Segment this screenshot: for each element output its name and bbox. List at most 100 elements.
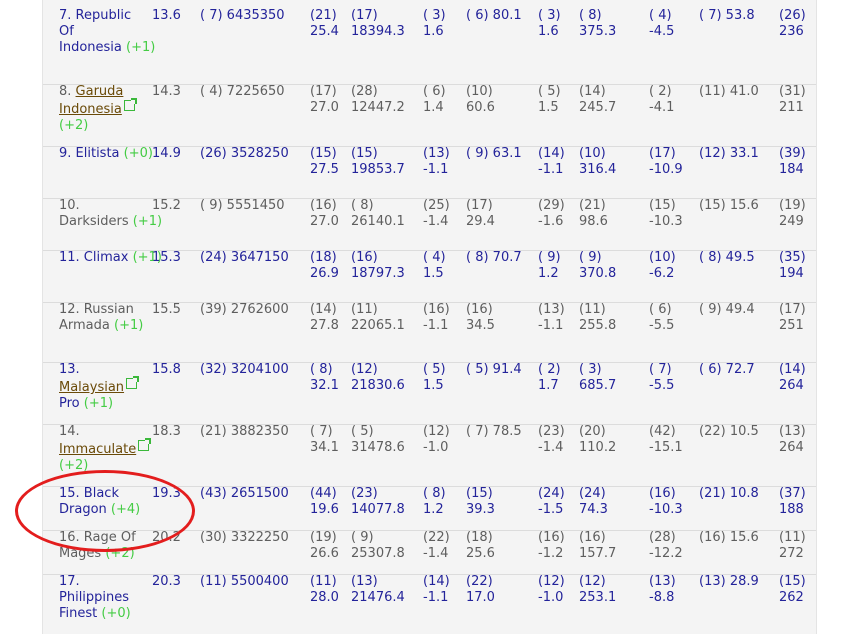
stat-cell: 13.6 [152, 8, 181, 24]
stat-cell: (17) 251 [779, 302, 806, 334]
stat-value: (16) [351, 250, 378, 265]
external-link-icon[interactable] [123, 98, 137, 111]
stat-value: -1.1 [423, 590, 449, 605]
stat-value: 13.6 [152, 8, 181, 23]
stat-value: (14) [423, 574, 450, 589]
team-link[interactable]: Immaculate [59, 442, 136, 457]
team-name-text: 12. Russian [59, 302, 134, 317]
stat-cell: (16) -1.2 [538, 530, 565, 562]
stat-cell: 15.2 [152, 198, 181, 214]
stat-cell: (13) 28.9 [699, 574, 759, 590]
rank-change-badge: (+2) [105, 546, 135, 561]
stat-value: 26.6 [310, 546, 339, 561]
stat-cell: ( 8) 1.2 [423, 486, 446, 518]
stat-cell: (10) 60.6 [466, 84, 495, 116]
external-link-icon[interactable] [126, 376, 140, 389]
stat-cell: ( 7) -5.5 [649, 362, 674, 394]
stat-cell: (15) 15.6 [699, 198, 759, 214]
stat-value: (10) [649, 250, 676, 265]
external-link-icon[interactable] [138, 438, 152, 451]
stat-value: (12) 33.1 [699, 146, 759, 161]
stat-value: (24) [579, 486, 606, 501]
stat-value: ( 5) [538, 84, 561, 99]
team-name-cell: 9. Elitista (+0) [59, 146, 153, 162]
stat-value: ( 8) [351, 198, 374, 213]
stat-value: (23) [538, 424, 565, 439]
stat-cell: (12) 253.1 [579, 574, 616, 606]
stat-value: 210 [649, 0, 674, 4]
team-link[interactable]: Indonesia [59, 102, 122, 117]
stat-value: -5.5 [649, 318, 675, 333]
stat-value: 15.5 [152, 302, 181, 317]
stat-value: 34.1 [310, 440, 339, 455]
stat-value: 27.5 [310, 162, 339, 177]
stat-value: 15.8 [152, 362, 181, 377]
stat-value: -6.2 [649, 266, 675, 281]
stat-value: ( 4) 7225650 [200, 84, 285, 99]
stat-cell: (18) 25.6 [466, 530, 495, 562]
stat-value: ( 8) [579, 8, 602, 23]
stat-value: ( 9) [579, 250, 602, 265]
stat-cell: 15.8 [152, 362, 181, 378]
stat-value: 98.6 [579, 214, 608, 229]
stat-value: -1.0 [423, 440, 449, 455]
stat-value: (18) [310, 250, 337, 265]
stat-value: (23) [351, 486, 378, 501]
stat-cell: (14) -1.1 [423, 574, 450, 606]
stat-value: 2 [579, 0, 587, 4]
stat-value: 25.6 [466, 546, 495, 561]
team-name-cell: 12. Russian Armada (+1) [59, 302, 143, 334]
stat-cell: (30) 3322250 [200, 530, 289, 546]
stat-value: (15) 15.6 [699, 198, 759, 213]
stat-cell: (21) 98.6 [579, 198, 608, 230]
table-row: 13. Malaysian Pro (+1) 15.8 (32) 3204100 ( 8)… [43, 362, 816, 425]
stat-value: (11) [779, 530, 806, 545]
stat-cell: (26) 3528250 [200, 146, 289, 162]
team-name-text: 10. [59, 198, 80, 213]
stat-value: (17) [310, 84, 337, 99]
stat-cell: ( 4) 1.5 [423, 250, 446, 282]
table-row: 15. Black Dragon (+4) 19.3 (43) 2651500 (44)… [43, 486, 816, 531]
stat-value: 251 [779, 318, 804, 333]
table-row: 7. Republic Of Indonesia (+1) 13.6( 7) 6435… [43, 8, 816, 85]
stat-cell: (17) 29.4 [466, 198, 495, 230]
stat-cell: (20) 110.2 [579, 424, 616, 456]
stat-value: 25.4 [310, 24, 339, 39]
stat-value: ( 9) 5551450 [200, 198, 285, 213]
stat-cell: (12) -1.0 [423, 424, 450, 456]
team-link[interactable]: Malaysian [59, 380, 124, 395]
table-row: 14. Immaculate (+2) 18.3 (21) 3882350 ( 7) 34.… [43, 424, 816, 487]
team-link[interactable]: Garuda [76, 84, 124, 99]
stat-cell: (14) -1.1 [538, 146, 565, 178]
stat-value: 20.3 [152, 574, 181, 589]
stat-cell: ( 4) 7225650 [200, 84, 285, 100]
table-row: 8. Garuda Indonesia (+2) 14.3 ( 4) 7225650 (1… [43, 84, 816, 147]
stat-value: (26) [779, 8, 806, 23]
stat-value: -8.8 [649, 590, 675, 605]
stat-cell: ( 6) 80.1 [466, 8, 522, 24]
stat-cell: (15) 39.3 [466, 486, 495, 518]
stat-value: (11) [310, 574, 337, 589]
stat-value: (13) [779, 424, 806, 439]
stat-cell: (13) 264 [779, 424, 806, 456]
stat-value: ( 5) 91.4 [466, 362, 522, 377]
stat-value: 316.4 [579, 162, 617, 177]
rank-change-badge: (+1) [132, 214, 163, 229]
stat-cell: ( 8) 32.1 [310, 362, 339, 394]
stat-value: (17) [779, 302, 806, 317]
team-name-text: 15. Black [59, 486, 119, 501]
stat-value: -1.2 [538, 546, 564, 561]
table-row: 17. Philippines Finest (+0) 20.3 (11) 550040… [43, 574, 816, 634]
stat-cell: (18) 26.9 [310, 250, 339, 282]
stat-cell: (15) 27.5 [310, 146, 339, 178]
team-name-cell: 17. Philippines Finest (+0) [59, 574, 131, 622]
stat-cell: (15) -10.3 [649, 198, 683, 230]
stat-value: 27.8 [310, 318, 339, 333]
stat-value: (15) [466, 486, 493, 501]
stat-cell: ( 5) 91.4 [466, 362, 522, 378]
table-row: 11. Climax (+1) 15.3 (24) 3647150 (18) 26.9(… [43, 250, 816, 303]
stat-cell: ( 2) 1.7 [538, 362, 561, 394]
stat-value: ( 9) [538, 250, 561, 265]
stat-cell: (22) 10.5 [699, 424, 759, 440]
stat-value: (10) [466, 84, 493, 99]
